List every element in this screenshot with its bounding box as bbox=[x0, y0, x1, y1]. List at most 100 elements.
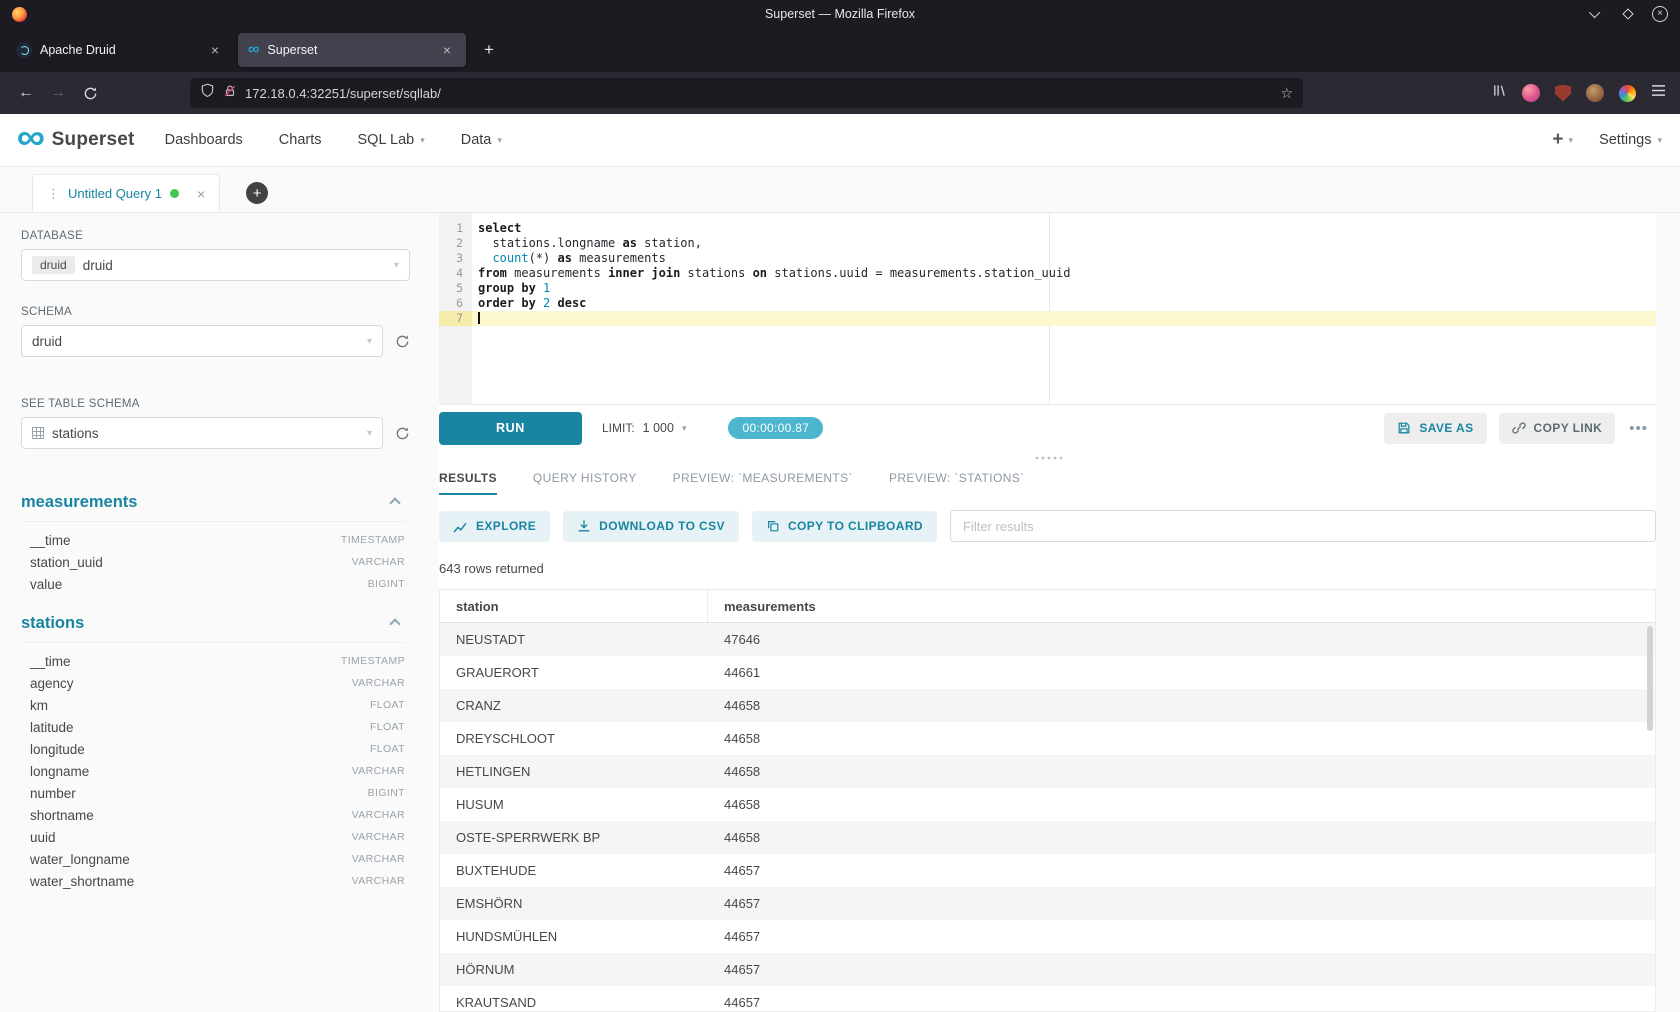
add-new-button[interactable]: + ▾ bbox=[1552, 129, 1573, 151]
back-icon[interactable]: ← bbox=[10, 77, 42, 109]
tab-close-icon[interactable]: × bbox=[206, 42, 224, 58]
addon-avatar-icon[interactable] bbox=[1586, 84, 1604, 102]
firefox-app-icon[interactable] bbox=[12, 7, 27, 22]
ublock-origin-icon[interactable] bbox=[1555, 85, 1571, 102]
column-name: station_uuid bbox=[30, 555, 103, 570]
table-row[interactable]: CRANZ44658 bbox=[440, 689, 1655, 722]
table-cell: CRANZ bbox=[440, 689, 708, 722]
code-token bbox=[536, 296, 543, 310]
column-name: water_shortname bbox=[30, 874, 134, 889]
editor-toolbar: RUN LIMIT: 1 000 ▾ 00:00:00.87 SAVE AS C… bbox=[439, 405, 1656, 451]
code-line[interactable]: stations.longname as station, bbox=[472, 236, 1656, 251]
table-schema-header[interactable]: stations bbox=[21, 610, 405, 643]
nav-item-data[interactable]: Data▾ bbox=[461, 132, 502, 148]
table-select[interactable]: stations ▾ bbox=[21, 417, 383, 449]
code-line[interactable]: count(*) as measurements bbox=[472, 251, 1656, 266]
new-tab-button[interactable]: + bbox=[474, 35, 504, 65]
menu-icon[interactable] bbox=[1651, 84, 1666, 102]
column-header[interactable]: measurements bbox=[708, 590, 1655, 622]
browser-tab-apache-druid[interactable]: Apache Druid × bbox=[6, 33, 234, 67]
database-tag: druid bbox=[32, 256, 75, 274]
explore-button[interactable]: EXPLORE bbox=[439, 511, 550, 542]
reload-icon[interactable] bbox=[74, 77, 106, 109]
nav-item-dashboards[interactable]: Dashboards bbox=[165, 132, 243, 148]
editor-code[interactable]: select stations.longname as station, cou… bbox=[472, 213, 1656, 404]
column-row: __timeTIMESTAMP bbox=[21, 650, 405, 672]
addon-pinwheel-icon[interactable] bbox=[1619, 85, 1636, 102]
table-row[interactable]: HETLINGEN44658 bbox=[440, 755, 1655, 788]
account-avatar-icon[interactable] bbox=[1522, 84, 1540, 102]
code-token: inner join bbox=[608, 266, 680, 280]
download-csv-button[interactable]: DOWNLOAD TO CSV bbox=[563, 511, 739, 542]
code-token: stations.uuid = measurements.station_uui… bbox=[767, 266, 1070, 280]
table-row[interactable]: OSTE-SPERRWERK BP44658 bbox=[440, 821, 1655, 854]
table-cell: HETLINGEN bbox=[440, 755, 708, 788]
filter-results-input[interactable] bbox=[950, 510, 1656, 542]
tab-close-icon[interactable]: × bbox=[438, 42, 456, 58]
add-query-tab-button[interactable]: + bbox=[246, 182, 268, 204]
sql-editor[interactable]: 1234567 select stations.longname as stat… bbox=[439, 213, 1656, 405]
save-as-button[interactable]: SAVE AS bbox=[1384, 413, 1486, 444]
table-row[interactable]: HUSUM44658 bbox=[440, 788, 1655, 821]
table-name: measurements bbox=[21, 493, 137, 512]
superset-logo[interactable]: ∞ Superset bbox=[18, 125, 135, 155]
column-type: TIMESTAMP bbox=[341, 655, 405, 667]
nav-item-charts[interactable]: Charts bbox=[279, 132, 322, 148]
superset-infinity-icon: ∞ bbox=[17, 119, 45, 155]
limit-dropdown[interactable]: LIMIT: 1 000 ▾ bbox=[602, 421, 686, 435]
query-tab-close-icon[interactable]: × bbox=[197, 186, 205, 202]
collapse-chevron-icon[interactable] bbox=[389, 497, 400, 508]
copy-to-clipboard-button[interactable]: COPY TO CLIPBOARD bbox=[752, 511, 937, 542]
window-maximize-icon[interactable] bbox=[1620, 6, 1636, 22]
code-line[interactable]: group by 1 bbox=[472, 281, 1656, 296]
browser-tab-superset[interactable]: ∞ Superset × bbox=[238, 33, 466, 67]
results-tab-results[interactable]: RESULTS bbox=[439, 471, 497, 495]
brand-name: Superset bbox=[52, 129, 135, 151]
schema-label: SCHEMA bbox=[21, 306, 410, 318]
code-line[interactable]: from measurements inner join stations on… bbox=[472, 266, 1656, 281]
table-row[interactable]: NEUSTADT47646 bbox=[440, 623, 1655, 656]
window-close-icon[interactable]: × bbox=[1652, 6, 1668, 22]
window-minimize-icon[interactable] bbox=[1588, 6, 1604, 22]
results-scrollbar[interactable] bbox=[1647, 626, 1653, 731]
table-row[interactable]: DREYSCHLOOT44658 bbox=[440, 722, 1655, 755]
code-line[interactable]: select bbox=[472, 221, 1656, 236]
url-bar[interactable]: 172.18.0.4:32251/superset/sqllab/ ☆ bbox=[190, 78, 1303, 108]
run-button[interactable]: RUN bbox=[439, 412, 582, 445]
forward-icon[interactable]: → bbox=[42, 77, 74, 109]
table-row[interactable]: EMSHÖRN44657 bbox=[440, 887, 1655, 920]
refresh-table-icon[interactable] bbox=[395, 426, 410, 441]
column-name: latitude bbox=[30, 720, 74, 735]
results-tab-query-history[interactable]: QUERY HISTORY bbox=[533, 471, 637, 495]
pane-resize-handle[interactable] bbox=[439, 451, 1656, 465]
query-tab-untitled-query-1[interactable]: ⋮ Untitled Query 1 × bbox=[32, 174, 220, 212]
table-row[interactable]: HUNDSMÜHLEN44657 bbox=[440, 920, 1655, 953]
column-header[interactable]: station bbox=[440, 590, 708, 622]
table-schema-header[interactable]: measurements bbox=[21, 489, 405, 522]
drag-kebab-icon[interactable]: ⋮ bbox=[47, 186, 60, 202]
limit-value: 1 000 bbox=[643, 421, 674, 435]
table-row[interactable]: BUXTEHUDE44657 bbox=[440, 854, 1655, 887]
results-tab-preview-stations[interactable]: PREVIEW: `STATIONS` bbox=[889, 471, 1025, 495]
bookmark-star-icon[interactable]: ☆ bbox=[1280, 85, 1293, 102]
table-row[interactable]: KRAUTSAND44657 bbox=[440, 986, 1655, 1012]
database-select[interactable]: druid druid ▾ bbox=[21, 249, 410, 281]
copy-link-button[interactable]: COPY LINK bbox=[1499, 413, 1616, 444]
database-label: DATABASE bbox=[21, 230, 410, 242]
collapse-chevron-icon[interactable] bbox=[389, 618, 400, 629]
settings-menu[interactable]: Settings ▾ bbox=[1599, 132, 1662, 148]
refresh-schema-icon[interactable] bbox=[395, 334, 410, 349]
code-line[interactable] bbox=[472, 311, 1656, 326]
url-text[interactable]: 172.18.0.4:32251/superset/sqllab/ bbox=[245, 86, 441, 101]
nav-item-label: Dashboards bbox=[165, 132, 243, 148]
insecure-lock-icon[interactable] bbox=[223, 84, 237, 103]
library-icon[interactable] bbox=[1492, 83, 1507, 103]
tracking-protection-shield-icon[interactable] bbox=[200, 83, 215, 103]
code-line[interactable]: order by 2 desc bbox=[472, 296, 1656, 311]
results-tab-preview-measurements[interactable]: PREVIEW: `MEASUREMENTS` bbox=[673, 471, 853, 495]
schema-select[interactable]: druid ▾ bbox=[21, 325, 383, 357]
nav-item-sql-lab[interactable]: SQL Lab▾ bbox=[358, 132, 425, 148]
table-row[interactable]: GRAUERORT44661 bbox=[440, 656, 1655, 689]
table-row[interactable]: HÖRNUM44657 bbox=[440, 953, 1655, 986]
more-options-icon[interactable]: ••• bbox=[1629, 420, 1648, 437]
